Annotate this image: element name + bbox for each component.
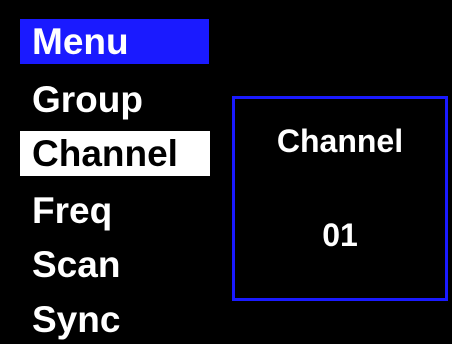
menu-item-sync[interactable]: Sync: [20, 297, 132, 342]
menu-item-freq[interactable]: Freq: [20, 188, 124, 233]
menu-title: Menu: [20, 19, 209, 64]
menu-item-channel[interactable]: Channel: [20, 131, 210, 176]
channel-info-panel: Channel 01: [232, 96, 448, 301]
menu-item-scan[interactable]: Scan: [20, 242, 132, 287]
channel-number-value: 01: [322, 217, 358, 253]
panel-label: Channel: [276, 123, 404, 159]
menu-item-group[interactable]: Group: [20, 77, 155, 122]
device-screen: Menu Group Channel Freq Scan Sync Channe…: [0, 0, 452, 344]
